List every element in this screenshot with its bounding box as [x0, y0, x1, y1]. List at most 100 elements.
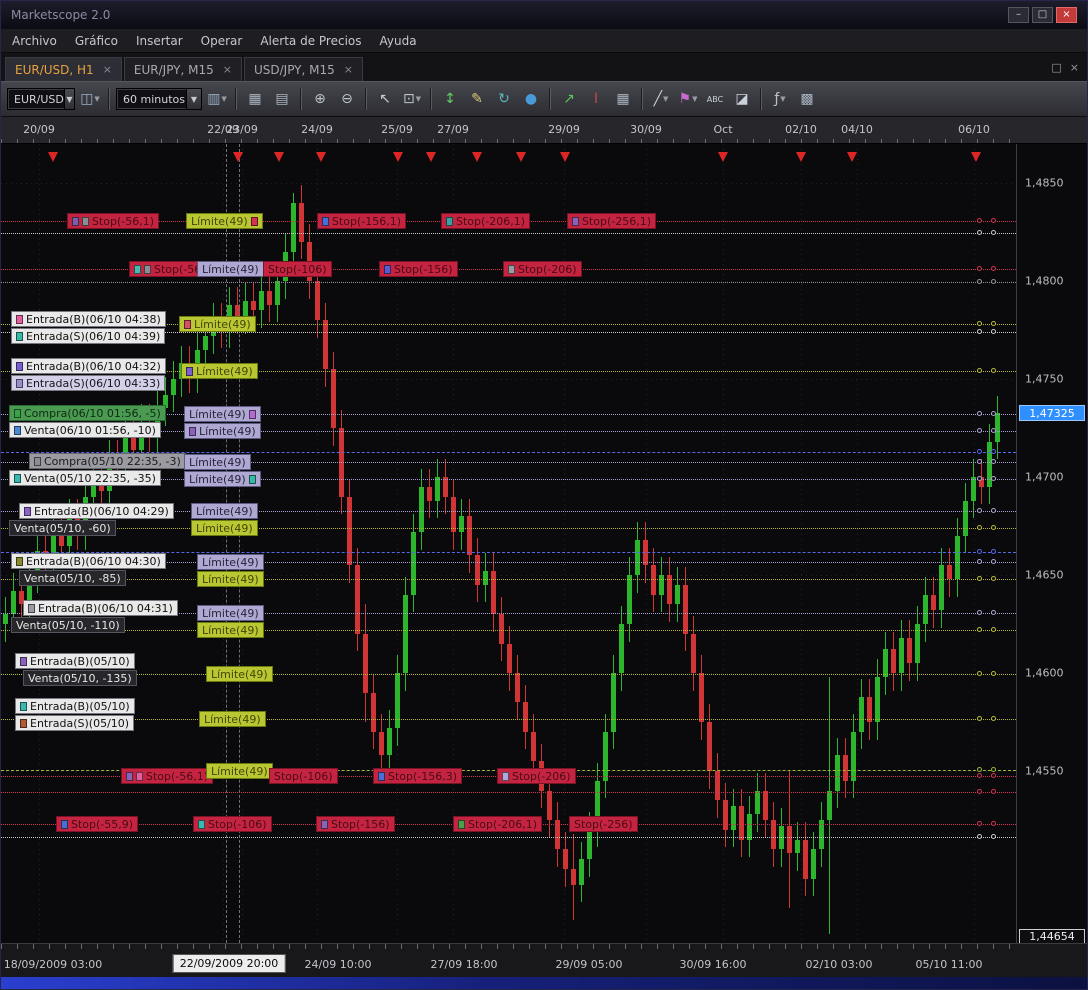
order-label[interactable]: Compra(05/10 22:35, -3)	[29, 453, 186, 469]
tab-eurusd-h1[interactable]: EUR/USD, H1 ×	[5, 57, 122, 81]
order-level-line[interactable]	[1, 282, 1016, 283]
order-level-line[interactable]	[1, 719, 1016, 720]
order-label[interactable]: Entrada(B)(06/10 04:32)	[11, 358, 166, 374]
order-label[interactable]: Stop(-256)	[569, 816, 638, 832]
order-label[interactable]: Stop(-55,9)	[56, 816, 138, 832]
menu-grafico[interactable]: Gráfico	[66, 31, 127, 51]
order-label[interactable]: Entrada(B)(06/10 04:31)	[23, 600, 178, 616]
price-alert-arrow[interactable]	[48, 152, 58, 162]
price-alert-arrow[interactable]	[560, 152, 570, 162]
menu-ayuda[interactable]: Ayuda	[371, 31, 426, 51]
order-label[interactable]: Límite(49)	[199, 711, 266, 727]
order-label[interactable]: Stop(-156,3)	[373, 768, 462, 784]
order-label[interactable]: Entrada(B)(06/10 04:38)	[11, 311, 166, 327]
order-label[interactable]: Stop(-56,1)	[67, 213, 159, 229]
order-label[interactable]: Límite(49)	[197, 261, 264, 277]
tab-close-icon[interactable]: ×	[344, 63, 353, 76]
refresh-icon[interactable]: ↻	[492, 87, 516, 111]
annotation-icon[interactable]: ✎	[465, 87, 489, 111]
zoom-out-icon[interactable]: ⊖	[335, 87, 359, 111]
instrument-combo[interactable]: EUR/USD▼	[7, 88, 75, 110]
order-label[interactable]: Límite(49)	[184, 423, 261, 439]
chart-link-icon[interactable]: ◫▼	[78, 87, 102, 111]
grid-settings-icon[interactable]: ▩	[795, 87, 819, 111]
order-label[interactable]: Entrada(B)(05/10)	[15, 653, 135, 669]
order-label[interactable]: Venta(05/10, -135)	[23, 670, 137, 686]
menu-archivo[interactable]: Archivo	[3, 31, 66, 51]
order-label[interactable]: Stop(-206,1)	[441, 213, 530, 229]
order-label[interactable]: Stop(-206)	[503, 261, 582, 277]
line-tool-icon[interactable]: ╱▼	[649, 87, 673, 111]
zoom-select-icon[interactable]: ⊡▼	[400, 87, 424, 111]
order-label[interactable]: Entrada(S)(05/10)	[15, 715, 134, 731]
order-label[interactable]: Venta(05/10, -110)	[11, 617, 125, 633]
order-label[interactable]: Stop(-206,1)	[453, 816, 542, 832]
order-level-line[interactable]	[1, 837, 1016, 838]
price-alert-arrow[interactable]	[472, 152, 482, 162]
order-label[interactable]: Límite(49)	[206, 666, 273, 682]
indicators-icon[interactable]: ƒ▼	[768, 87, 792, 111]
price-alert-arrow[interactable]	[796, 152, 806, 162]
chevron-down-icon[interactable]: ▼	[186, 89, 201, 109]
maximize-button[interactable]: □	[1032, 7, 1053, 23]
mdi-close-icon[interactable]: ×	[1070, 61, 1079, 74]
order-level-line[interactable]	[1, 579, 1016, 580]
timeframe-combo[interactable]: 60 minutos▼	[116, 88, 202, 110]
data-window-icon[interactable]: ▦	[611, 87, 635, 111]
cursor-icon[interactable]: ↖	[373, 87, 397, 111]
order-label[interactable]: Venta(05/10 22:35, -35)	[9, 470, 161, 486]
price-alert-arrow[interactable]	[971, 152, 981, 162]
order-label[interactable]: Límite(49)	[206, 763, 273, 779]
new-chart-icon[interactable]: ▦	[243, 87, 267, 111]
order-level-line[interactable]	[1, 674, 1016, 675]
menu-operar[interactable]: Operar	[192, 31, 252, 51]
mdi-restore-icon[interactable]: □	[1051, 61, 1061, 74]
menu-insertar[interactable]: Insertar	[127, 31, 192, 51]
order-label[interactable]: Límite(49)	[181, 363, 258, 379]
order-label[interactable]: Entrada(S)(06/10 04:39)	[11, 328, 165, 344]
order-label[interactable]: Entrada(S)(06/10 04:33)	[11, 375, 165, 391]
measure-icon[interactable]: ↕	[438, 87, 462, 111]
order-label[interactable]: Límite(49)	[197, 554, 264, 570]
tab-eurjpy-m15[interactable]: EUR/JPY, M15 ×	[124, 57, 242, 81]
menu-alerta-de-precios[interactable]: Alerta de Precios	[251, 31, 370, 51]
tab-close-icon[interactable]: ×	[223, 63, 232, 76]
order-label[interactable]: Límite(49)	[186, 213, 263, 229]
chevron-down-icon[interactable]: ▼	[64, 89, 74, 109]
order-label[interactable]: Stop(-156,1)	[317, 213, 406, 229]
minimize-button[interactable]: –	[1008, 7, 1029, 23]
order-label[interactable]: Stop(-106)	[269, 768, 338, 784]
close-button[interactable]: ×	[1056, 7, 1077, 23]
order-label[interactable]: Entrada(B)(06/10 04:29)	[19, 503, 174, 519]
web-icon[interactable]: ●	[519, 87, 543, 111]
order-label[interactable]: Límite(49)	[197, 622, 264, 638]
order-label[interactable]: Stop(-256,1)	[567, 213, 656, 229]
price-alert-arrow[interactable]	[426, 152, 436, 162]
order-label[interactable]: Stop(-206)	[497, 768, 576, 784]
order-label[interactable]: Límite(49)	[179, 316, 256, 332]
order-label[interactable]: Entrada(B)(06/10 04:30)	[11, 553, 166, 569]
order-label[interactable]: Límite(49)	[191, 503, 258, 519]
order-label[interactable]: Venta(06/10 01:56, -10)	[9, 422, 161, 438]
order-level-line[interactable]	[1, 233, 1016, 234]
tab-usdjpy-m15[interactable]: USD/JPY, M15 ×	[244, 57, 363, 81]
order-level-line[interactable]	[1, 528, 1016, 529]
indicator-chart-icon[interactable]: ↗	[557, 87, 581, 111]
order-label[interactable]: Entrada(B)(05/10)	[15, 698, 135, 714]
price-alert-arrow[interactable]	[316, 152, 326, 162]
price-alert-arrow[interactable]	[847, 152, 857, 162]
marker-tool-icon[interactable]: ⚑▼	[676, 87, 700, 111]
tab-close-icon[interactable]: ×	[103, 63, 112, 76]
text-tool-icon[interactable]: I	[584, 87, 608, 111]
price-alert-arrow[interactable]	[393, 152, 403, 162]
order-level-line[interactable]	[1, 792, 1016, 793]
price-alert-arrow[interactable]	[233, 152, 243, 162]
order-label[interactable]: Stop(-56,1)	[121, 768, 213, 784]
price-alert-arrow[interactable]	[274, 152, 284, 162]
order-label[interactable]: Stop(-106)	[263, 261, 332, 277]
candlestick-plot[interactable]: Stop(-56,1)Límite(49)Stop(-156,1)Stop(-2…	[1, 144, 1017, 943]
chart-type-icon[interactable]: ▥▼	[205, 87, 229, 111]
order-label[interactable]: Límite(49)	[191, 520, 258, 536]
order-label[interactable]: Límite(49)	[184, 471, 261, 487]
order-label[interactable]: Límite(49)	[197, 571, 264, 587]
